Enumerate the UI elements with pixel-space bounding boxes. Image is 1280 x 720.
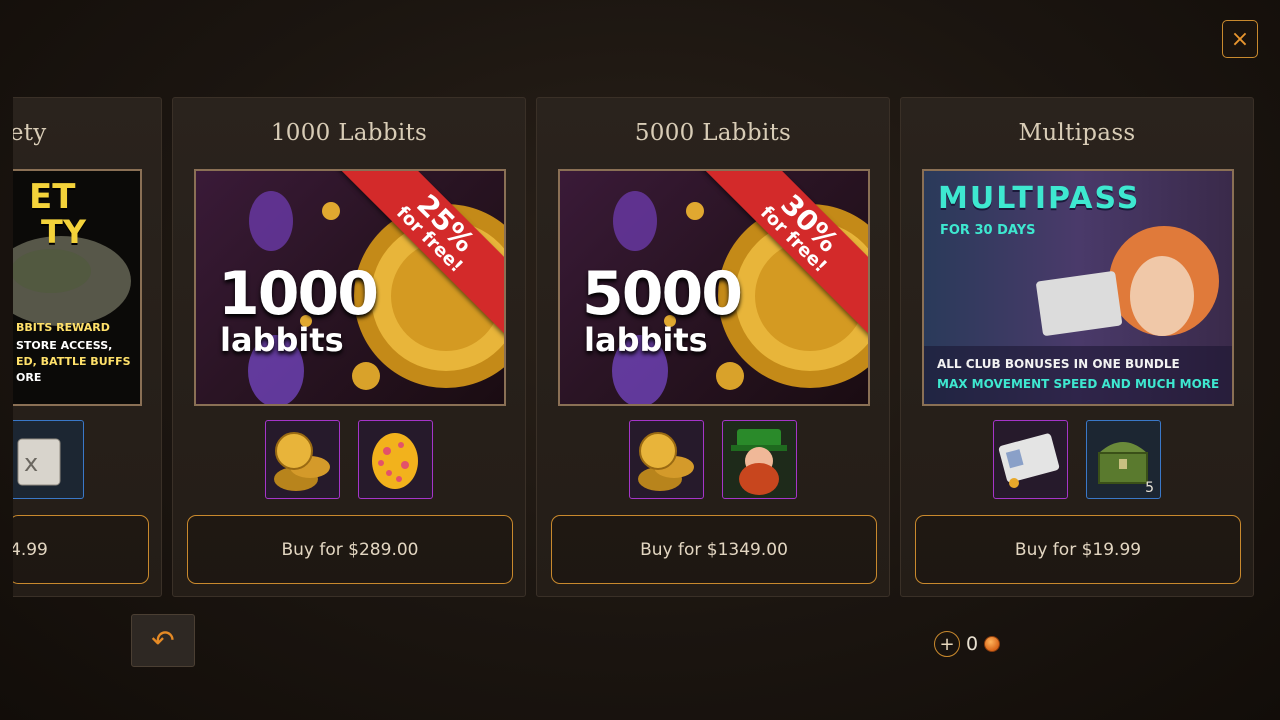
reward-slot-egg[interactable] (358, 420, 433, 499)
banner-headline-2: TY (41, 213, 86, 251)
leprechaun-icon (731, 429, 787, 495)
banner-line: STORE ACCESS, (16, 339, 113, 352)
card-title: 5000 Labbits (634, 120, 792, 146)
id-card-icon (998, 433, 1060, 488)
offer-card: Multipass MULTIPASS FOR 30 DAYS ALL CLUB… (900, 97, 1254, 597)
undo-arrow-icon: ↶ (151, 625, 175, 656)
reward-slot-chest[interactable]: 5 (1086, 420, 1161, 499)
spotted-egg-icon (372, 433, 418, 489)
multipass-banner: MULTIPASS FOR 30 DAYS ALL CLUB BONUSES I… (922, 169, 1234, 406)
banner-currency-word: labbits (584, 321, 708, 359)
buy-button[interactable]: Buy for $1349.00 (551, 515, 877, 584)
back-button[interactable]: ↶ (131, 614, 195, 667)
reward-slot-coins[interactable] (265, 420, 340, 499)
card-title: Multipass (1018, 120, 1136, 146)
labbits-1000-banner: 25% for free! 1000 labbits (194, 169, 506, 406)
buy-label: 4.99 (13, 539, 48, 560)
buy-button[interactable]: 4.99 (13, 515, 149, 584)
reward-count: 5 (1145, 480, 1154, 496)
buy-button[interactable]: Buy for $289.00 (187, 515, 513, 584)
banner-currency-word: labbits (220, 321, 344, 359)
banner-line: BBITS REWARD (16, 321, 110, 334)
banner-amount: 5000 (582, 259, 743, 329)
offer-card: 5000 Labbits 30% for free! 5000 labbits (536, 97, 890, 597)
society-banner: ET TY BBITS REWARD STORE ACCESS, ED, BAT… (13, 169, 142, 406)
card-title: ciety (13, 120, 47, 146)
offer-card: 1000 Labbits 25% for free! 1000 labbits (172, 97, 526, 597)
banner-amount: 1000 (218, 259, 379, 329)
offer-card: ciety ET TY BBITS REWARD STORE ACCESS, E… (13, 97, 162, 597)
gift-box-icon: x (17, 438, 61, 486)
card-title: 1000 Labbits (270, 120, 428, 146)
close-button[interactable]: × (1222, 20, 1258, 58)
reward-slot-leprechaun[interactable] (722, 420, 797, 499)
offers-carousel[interactable]: ciety ET TY BBITS REWARD STORE ACCESS, E… (13, 97, 1263, 599)
banner-subline: FOR 30 DAYS (940, 223, 1036, 238)
reward-slot-box[interactable]: x (13, 420, 84, 499)
currency-display: + 0 (934, 629, 1001, 659)
banner-line: ORE (16, 371, 42, 384)
banner-line: ED, BATTLE BUFFS (16, 355, 131, 368)
banner-line: ALL CLUB BONUSES IN ONE BUNDLE (937, 357, 1180, 371)
add-currency-button[interactable]: + (934, 631, 960, 657)
buy-button[interactable]: Buy for $19.99 (915, 515, 1241, 584)
banner-headline: ET (29, 177, 76, 217)
labbit-coins-icon (638, 432, 694, 491)
banner-headline: MULTIPASS (938, 181, 1141, 216)
labbits-5000-banner: 30% for free! 5000 labbits (558, 169, 870, 406)
labbit-coin-icon (984, 636, 1001, 652)
labbit-coins-icon (274, 432, 330, 491)
reward-slot-idcard[interactable] (993, 420, 1068, 499)
currency-amount: 0 (966, 633, 979, 655)
reward-slot-coins[interactable] (629, 420, 704, 499)
banner-line: MAX MOVEMENT SPEED AND MUCH MORE (937, 377, 1220, 391)
svg-text:x: x (24, 449, 38, 477)
